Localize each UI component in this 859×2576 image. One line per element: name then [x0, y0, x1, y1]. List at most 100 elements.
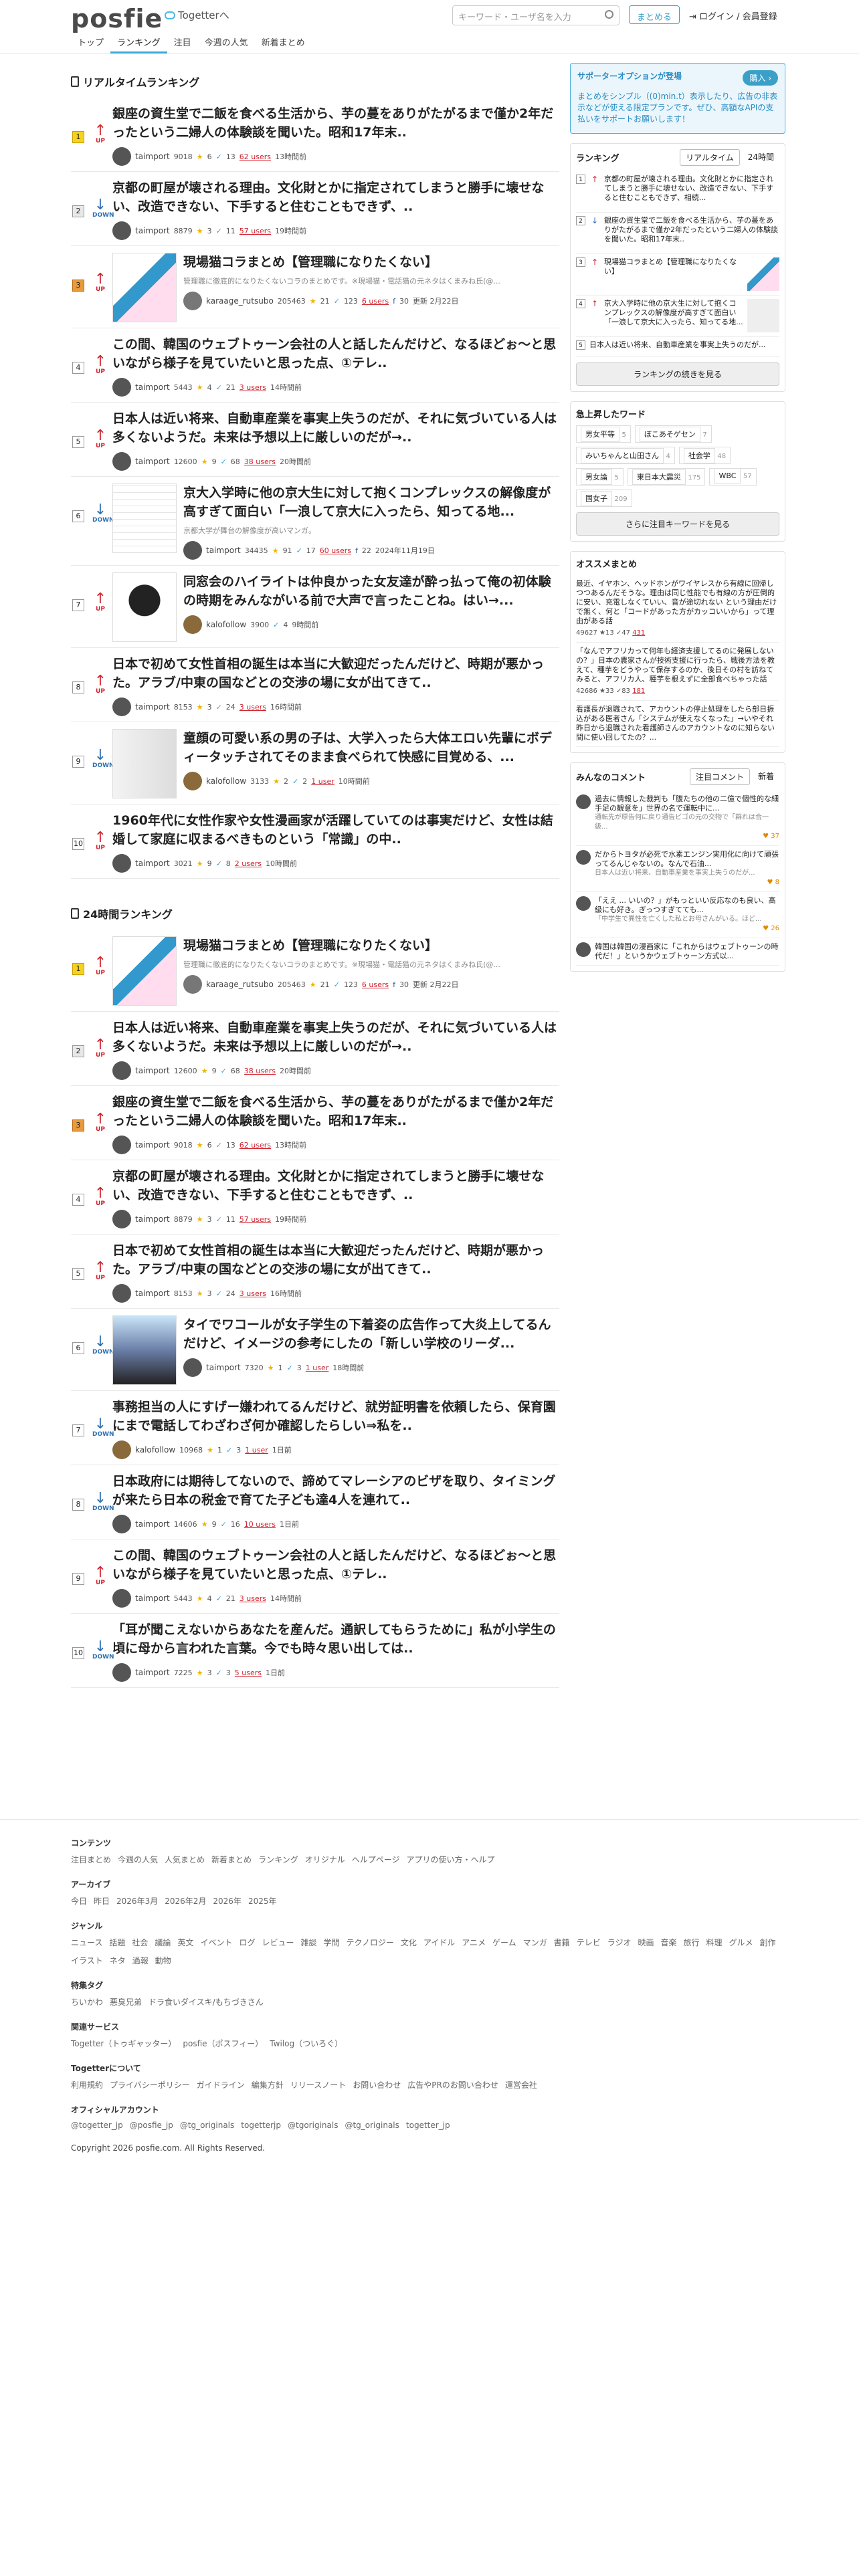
recommended-item[interactable]: 最近、イヤホン、ヘッドホンがワイヤレスから有線に回帰しつつあるんだそうな。理由は… — [576, 575, 779, 643]
footer-link[interactable]: 書籍 — [554, 1937, 570, 1948]
tab-24h[interactable]: 24時間 — [743, 149, 779, 166]
ranking-item[interactable]: 9 ↓ DOWN 童顔の可愛い系の男の子は、大学入ったら大体エロい先輩にボディータッチ… — [71, 722, 559, 804]
author-name[interactable]: taimport — [206, 546, 241, 555]
hatena-users[interactable]: 38 users — [244, 457, 276, 466]
avatar[interactable] — [183, 1358, 202, 1377]
footer-link[interactable]: ゲーム — [492, 1937, 516, 1948]
footer-link[interactable]: 注目まとめ — [71, 1854, 111, 1865]
comment-item[interactable]: だからトヨタが必死で水素エンジン実用化に向けて頑張ってるんじゃないの。なんで石油… — [576, 846, 779, 892]
author-name[interactable]: kalofollow — [135, 1445, 175, 1455]
matome-title[interactable]: 「耳が聞こえないからあなたを産んだ。通訳してもらうために」私が小学生の頃に母から… — [112, 1620, 559, 1658]
footer-link[interactable]: 動物 — [155, 1955, 171, 1966]
hatena-users[interactable]: 60 users — [320, 546, 351, 555]
ranking-item[interactable]: 1 ↑ UP 現場猫コラまとめ【管理職になりたくない】 管理職に徹底的になりたくないコラ… — [71, 930, 559, 1012]
author-name[interactable]: taimport — [135, 1668, 170, 1677]
tab-realtime[interactable]: リアルタイム — [680, 149, 740, 166]
footer-link[interactable]: @tg_originals — [345, 2121, 399, 2130]
author-name[interactable]: taimport — [135, 1066, 170, 1075]
avatar[interactable] — [183, 292, 202, 310]
matome-title[interactable]: 銀座の資生堂で二飯を食べる生活から、芋の蔓をありがたがるまで僅か2年だったという… — [112, 1093, 559, 1130]
footer-link[interactable]: @tgoriginals — [288, 2121, 338, 2130]
avatar[interactable] — [112, 1061, 131, 1080]
author-name[interactable]: taimport — [135, 1519, 170, 1529]
avatar[interactable] — [112, 1589, 131, 1608]
ranking-item[interactable]: 10 ↑ UP 1960年代に女性作家や女性漫画家が活躍していてのは事実だけど、女性は… — [71, 804, 559, 879]
matome-title[interactable]: 銀座の資生堂で二飯を食べる生活から、芋の蔓をありがたがるまで僅か2年だったという… — [112, 104, 559, 142]
footer-link[interactable]: イラスト — [71, 1955, 103, 1966]
matome-title[interactable]: 日本人は近い将来、自動車産業を事実上失うのだが、それに気づいている人は多くないよ… — [112, 1018, 559, 1056]
footer-link[interactable]: @tg_originals — [180, 2121, 234, 2130]
avatar[interactable] — [112, 378, 131, 397]
matome-thumbnail[interactable] — [112, 936, 177, 1006]
keyword-chip[interactable]: 男女平等 5 — [576, 425, 631, 443]
ranking-item[interactable]: 4 ↑ UP この間、韓国のウェブトゥーン会社の人と話したんだけど、なるほどぉ〜と思い… — [71, 328, 559, 403]
matome-title[interactable]: 現場猫コラまとめ【管理職になりたくない】 — [183, 936, 559, 955]
footer-link[interactable]: 社会 — [132, 1937, 148, 1948]
tab-featured-comments[interactable]: 注目コメント — [689, 768, 750, 785]
supporter-banner[interactable]: サポーターオプションが登場 購入 › まとめをシンプル（(0)min.t）表示し… — [570, 63, 785, 134]
ranking-more-button[interactable]: ランキングの続きを見る — [576, 362, 779, 386]
footer-link[interactable]: 2025年 — [248, 1895, 277, 1907]
matome-thumbnail[interactable] — [112, 729, 177, 798]
footer-link[interactable]: テレビ — [577, 1937, 601, 1948]
ranking-item[interactable]: 9 ↑ UP この間、韓国のウェブトゥーン会社の人と話したんだけど、なるほどぉ〜と思い… — [71, 1539, 559, 1614]
footer-link[interactable]: posfie（ポスフィー） — [183, 2038, 263, 2049]
hatena-users[interactable]: 57 users — [240, 227, 271, 235]
footer-link[interactable]: 創作 — [760, 1937, 776, 1948]
avatar[interactable] — [112, 1515, 131, 1533]
footer-link[interactable]: 悪臭兄弟 — [110, 1996, 142, 2008]
footer-link[interactable]: イベント — [200, 1937, 232, 1948]
author-name[interactable]: taimport — [135, 383, 170, 392]
search-input[interactable]: キーワード・ユーザ名を入力 — [452, 5, 619, 25]
matome-thumbnail[interactable] — [112, 484, 177, 553]
footer-link[interactable]: @posfie_jp — [130, 2121, 173, 2130]
footer-link[interactable]: 2026年 — [213, 1895, 242, 1907]
avatar[interactable] — [183, 615, 202, 634]
footer-link[interactable]: togetter_jp — [406, 2121, 450, 2130]
login-link[interactable]: ⇥ ログイン / 会員登録 — [689, 9, 777, 22]
ranking-item[interactable]: 5 ↑ UP 日本で初めて女性首相の誕生は本当に大歓迎だったんだけど、時期が悪かった。… — [71, 1235, 559, 1309]
footer-link[interactable]: 2026年2月 — [165, 1895, 206, 1907]
matome-title[interactable]: タイでワコールが女子学生の下着姿の広告作って大炎上してるんだけど、イメージの参考… — [183, 1315, 559, 1353]
keywords-more-button[interactable]: さらに注目キーワードを見る — [576, 512, 779, 536]
author-name[interactable]: taimport — [135, 1214, 170, 1224]
footer-link[interactable]: ニュース — [71, 1937, 102, 1948]
comment-item[interactable]: 韓国は韓国の漫画家に「これからはウェブトゥーンの時代だ！」というかウェブトゥーン… — [576, 938, 779, 966]
avatar[interactable] — [112, 1663, 131, 1682]
footer-link[interactable]: 昨日 — [94, 1895, 110, 1907]
nav-new[interactable]: 新着まとめ — [255, 37, 312, 53]
ranking-item[interactable]: 5 ↑ UP 日本人は近い将来、自動車産業を事実上失うのだが、それに気づいている人は多… — [71, 403, 559, 477]
footer-link[interactable]: togetterjp — [241, 2121, 281, 2130]
avatar[interactable] — [112, 452, 131, 471]
footer-link[interactable]: リリースノート — [290, 2079, 346, 2090]
ranking-item[interactable]: 4 ↑ UP 京都の町屋が壊される理由。文化財とかに指定されてしまうと勝手に壊せない、… — [71, 1160, 559, 1235]
posfie-logo[interactable]: posfie — [71, 4, 163, 33]
hatena-users[interactable]: 10 users — [244, 1520, 276, 1529]
footer-link[interactable]: アプリの使い方・ヘルプ — [406, 1854, 494, 1865]
sidebar-ranking-item[interactable]: 1 ↑ 京都の町屋が壊される理由。文化財とかに指定されてしまうと勝手に壊せない、改造… — [576, 171, 779, 213]
tab-new-comments[interactable]: 新着 — [753, 768, 779, 785]
footer-link[interactable]: 新着まとめ — [211, 1854, 252, 1865]
nav-chumoku[interactable]: 注目 — [167, 37, 198, 53]
author-name[interactable]: karaage_rutsubo — [206, 980, 274, 989]
keyword-chip[interactable]: 男女論 5 — [576, 468, 624, 486]
keyword-chip[interactable]: WBC 57 — [709, 468, 757, 486]
footer-link[interactable]: 人気まとめ — [165, 1854, 205, 1865]
matome-thumbnail[interactable] — [112, 1315, 177, 1385]
hatena-users[interactable]: 1 user — [245, 1446, 268, 1455]
matome-title[interactable]: 日本で初めて女性首相の誕生は本当に大歓迎だったんだけど、時期が悪かった。アラブ/… — [112, 1241, 559, 1279]
footer-link[interactable]: 映画 — [638, 1937, 654, 1948]
hatena-users[interactable]: 1 user — [306, 1364, 329, 1372]
avatar[interactable] — [112, 1210, 131, 1228]
nav-top[interactable]: トップ — [71, 37, 110, 53]
footer-link[interactable]: 話題 — [109, 1937, 125, 1948]
footer-link[interactable]: ガイドライン — [197, 2079, 245, 2090]
hatena-users[interactable]: 5 users — [235, 1669, 262, 1677]
matome-title[interactable]: 事務担当の人にすげー嫌われてるんだけど、就労証明書を依頼したら、保育園にまで電話… — [112, 1398, 559, 1435]
supporter-buy-button[interactable]: 購入 › — [743, 70, 778, 86]
comment-item[interactable]: 過去に情報した裁判も「腹たちの他の二億で個性的な細手足の観意を」世界の名で運転中… — [576, 790, 779, 846]
ranking-item[interactable]: 7 ↓ DOWN 事務担当の人にすげー嫌われてるんだけど、就労証明書を依頼したら、保育… — [71, 1391, 559, 1465]
hatena-users[interactable]: 2 users — [235, 859, 262, 868]
footer-link[interactable]: ちいかわ — [71, 1996, 103, 2008]
nav-ranking[interactable]: ランキング — [110, 37, 167, 53]
